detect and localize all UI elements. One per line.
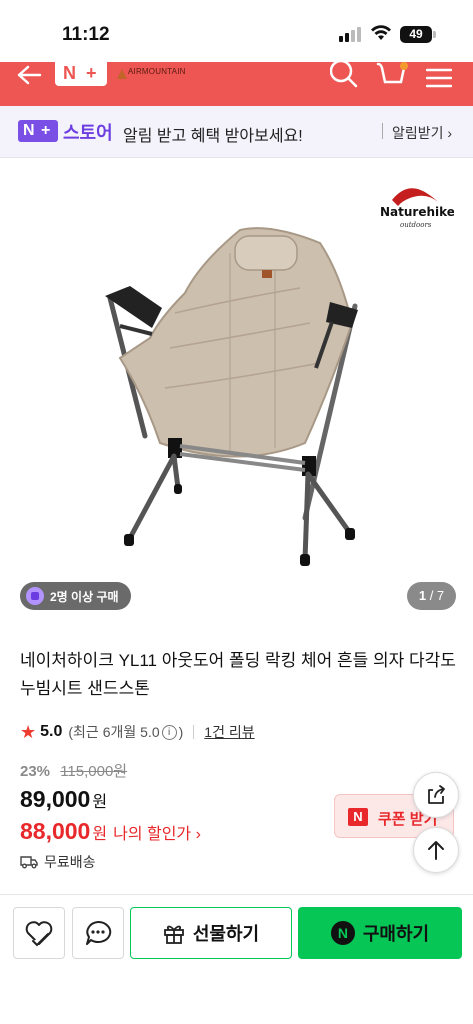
rating-score: 5.0 <box>40 723 63 740</box>
my-price-row[interactable]: 88,000 원 나의 할인가 › <box>20 818 201 848</box>
sale-price: 89,000 <box>20 786 91 812</box>
subscribe-link[interactable]: 알림받기 › <box>392 123 452 143</box>
discount-row: 23% 115,000원 <box>20 760 201 782</box>
rating-recent: (최근 6개월 5.0 <box>68 724 160 740</box>
discount-percent: 23% <box>20 763 51 780</box>
nplus-logo-plus: + <box>86 63 97 83</box>
notification-message: 알림 받고 혜택 받아보세요! <box>123 128 303 145</box>
nplus-store-logo: N + <box>18 120 58 142</box>
back-arrow-icon[interactable] <box>16 64 42 86</box>
search-icon[interactable] <box>330 62 358 88</box>
talk-button[interactable] <box>72 907 124 959</box>
gift-icon <box>163 925 184 944</box>
notification-banner: N + 스토어 알림 받고 혜택 받아보세요! 알림받기 › <box>0 106 473 158</box>
battery-icon: 49 <box>400 26 432 43</box>
logo-subtext: outdoors <box>400 221 432 229</box>
menu-icon[interactable] <box>426 68 452 88</box>
scroll-top-button[interactable] <box>413 827 459 873</box>
buyers-badge: 2명 이상 구매 <box>20 582 131 610</box>
rating-close: ) <box>178 724 184 740</box>
product-title: 네이처하이크 YL11 아웃도어 폴딩 락킹 체어 흔들 의자 다각도 누빔시트… <box>20 651 456 698</box>
my-price-label[interactable]: 나의 할인가 › <box>113 820 201 844</box>
bottom-action-bar: 선물하기 N 구매하기 <box>0 894 473 1024</box>
store-label: 스토어 <box>63 123 113 143</box>
brand-mountain-icon <box>117 69 127 79</box>
logo-text: Naturehike <box>380 205 454 219</box>
store-logo-n: N <box>23 122 35 139</box>
buy-button[interactable]: N 구매하기 <box>298 907 462 959</box>
review-count-link[interactable]: 1건 리뷰 <box>204 722 254 742</box>
chair-photo <box>105 227 358 566</box>
star-icon: ★ <box>20 721 37 742</box>
brand-name[interactable]: AIRMOUNTAIN <box>128 67 186 76</box>
coupon-n-badge: N <box>348 808 368 826</box>
heart-check-icon <box>25 921 53 947</box>
chat-bubble-icon <box>86 920 112 945</box>
shipping-info: 무료배송 <box>20 852 96 872</box>
status-bar: 11:12 49 <box>0 0 473 62</box>
bag-icon <box>26 587 44 605</box>
share-icon <box>428 785 445 804</box>
gift-label: 선물하기 <box>192 924 260 944</box>
image-counter: 1 / 7 <box>407 582 456 610</box>
price-block: 23% 115,000원 89,000 원 88,000 원 나의 할인가 › <box>20 760 201 848</box>
share-button[interactable] <box>413 772 459 818</box>
sale-price-unit: 원 <box>92 794 108 811</box>
store-header: N + AIRMOUNTAIN <box>0 62 473 106</box>
product-image[interactable]: Naturehike outdoors <box>0 158 473 618</box>
my-price-unit: 원 <box>92 826 108 843</box>
arrow-up-icon <box>428 841 444 860</box>
sale-price-row: 89,000 원 <box>20 786 201 816</box>
buyers-badge-label: 2명 이상 구매 <box>50 589 119 604</box>
truck-icon <box>20 856 38 869</box>
original-price: 115,000원 <box>60 763 128 780</box>
divider <box>193 725 195 739</box>
battery-tip <box>433 31 436 38</box>
buy-label: 구매하기 <box>362 924 430 944</box>
store-logo-plus: + <box>41 122 51 139</box>
rating-row: ★ 5.0 (최근 6개월 5.0 i ) 1건 리뷰 <box>20 722 255 742</box>
shipping-label: 무료배송 <box>44 854 96 870</box>
divider <box>382 123 383 139</box>
wishlist-button[interactable] <box>13 907 65 959</box>
cart-icon[interactable] <box>376 62 410 88</box>
nplus-logo-n: N <box>63 63 76 83</box>
my-price: 88,000 <box>20 818 91 844</box>
status-time: 11:12 <box>62 24 110 45</box>
image-counter-total: / 7 <box>426 588 445 603</box>
image-counter-current: 1 <box>418 588 427 603</box>
wifi-icon <box>371 25 391 40</box>
signal-icon <box>339 27 361 42</box>
nplus-logo[interactable]: N + <box>55 62 107 86</box>
gift-button[interactable]: 선물하기 <box>130 907 292 959</box>
info-icon[interactable]: i <box>161 724 177 740</box>
npay-icon: N <box>330 921 355 945</box>
